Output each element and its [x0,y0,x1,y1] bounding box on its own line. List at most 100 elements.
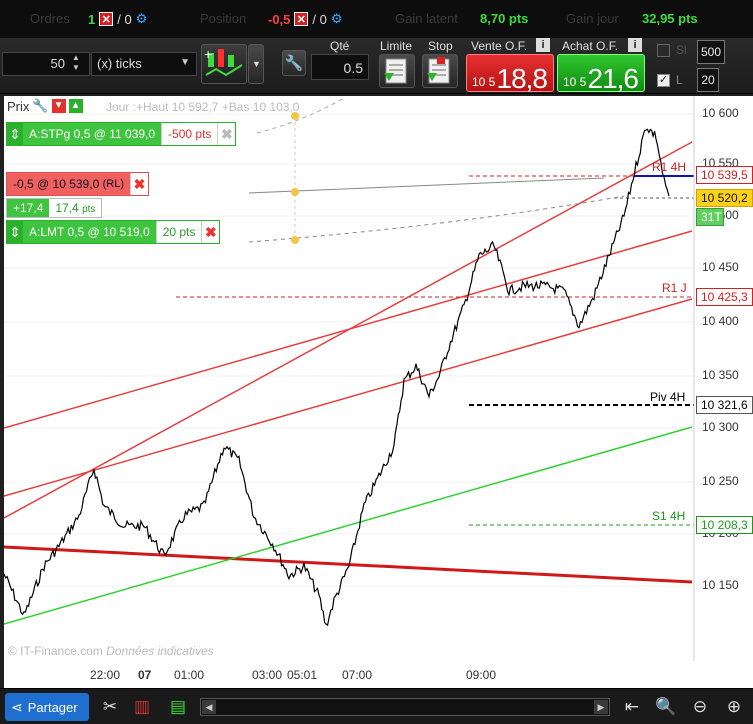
ticks-select[interactable]: (x) ticks ▼ [91,52,197,76]
gain-latent-label: Gain latent [395,11,458,26]
position-gain-points: 17,4 [55,201,79,215]
position-settings-icon[interactable]: ⚙ [331,11,343,27]
orders-summary: Ordres [30,11,70,26]
tag-r1-4h: 10 539,5 [696,166,753,184]
tag-s1-4h: 10 208,3 [696,516,753,534]
vente-label: Vente O.F. [471,39,528,53]
price-chart[interactable]: Prix 🔧 ▼ ▲ Jour :+Haut 10 592,7 +Bas 10 … [4,96,753,688]
position-gain-pts: 17,4 pts [49,199,101,217]
limit-points-value: 20 [701,73,715,87]
lmt-handle-dot[interactable] [291,236,299,244]
y-tick-label: 10 300 [702,420,739,434]
level-r1-4h-label: R1 4H [652,160,687,174]
trendline-resistance [4,545,693,584]
stop-order-button[interactable] [422,54,458,88]
sell-arrow-icon[interactable]: ▼ [51,99,66,113]
sl-checkbox[interactable] [657,44,670,57]
gain-jour-label: Gain jour [566,11,619,26]
position-value: -0,5 [268,11,291,27]
drag-handle-icon[interactable]: ⇕ [7,123,23,145]
gain-jour-wrap: 32,95 pts [642,11,698,26]
drag-handle-icon[interactable]: ⇕ [7,221,23,243]
trendline-lower [4,298,693,497]
share-label: Partager [27,699,78,715]
cancel-orders-icon[interactable]: ✕ [99,12,114,26]
x-tick-label: 03:00 [252,668,283,682]
stop-order-pill[interactable]: ⇕ A:STPg 0,5 @ 11 039,0 -500 pts ✖ [6,122,237,146]
limit-order-pill[interactable]: ⇕ A:LMT 0,5 @ 10 519,0 20 pts ✖ [6,220,221,244]
order-toolbar: 50 ▲▼ (x) ticks ▼ + ▼ 🔧 Qté 0.5 Limite [0,38,753,94]
zoom-in-icon[interactable]: ⊕ [722,695,746,719]
sl-points-input[interactable]: 500 [697,40,725,64]
buy-price-prefix: 10 5 [563,75,587,89]
position-label: Position [200,11,247,26]
achat-info-icon[interactable]: i [628,38,642,52]
quantity-input[interactable]: 0.5 [311,54,369,80]
zoom-out-icon[interactable]: ⊖ [688,695,712,719]
x-tick-label: 07:00 [342,668,373,682]
gain-latent-wrap: 8,70 pts [480,11,528,26]
zoom-auto-icon[interactable]: 🔍 [654,695,678,719]
watermark: © IT-Finance.com Données indicatives [8,644,214,658]
position-gain-value: +17,4 [7,199,50,217]
buy-price: 21,6 [587,63,639,94]
wrench-icon[interactable]: 🔧 [32,98,48,114]
strategy-icon: + [204,46,243,77]
limit-points-input[interactable]: 20 [697,68,719,92]
status-bar: Ordres 1 ✕ / 0 ⚙ Position -0,5 ✕ / 0 ⚙ G… [0,0,753,38]
bar-chart-icon[interactable]: ▥ [130,695,154,719]
stop-order-pts: -500 pts [161,123,217,145]
y-tick-label: 10 350 [702,368,739,382]
strategy-dropdown[interactable]: ▼ [248,44,264,84]
position-pill[interactable]: -0,5 @ 10 539,0 (RL) ✖ [6,172,149,196]
chevron-down-icon: ▼ [180,57,190,68]
scroll-right-icon[interactable]: ▶ [594,700,608,714]
close-icon[interactable]: ✖ [201,221,219,243]
gain-latent-label-wrap: Gain latent [395,11,458,26]
sl-label: Sl [676,43,687,57]
pos-handle-dot[interactable] [291,188,299,196]
tick-step-stepper[interactable]: ▲ ▼ [68,53,84,75]
orders-settings-icon[interactable]: ⚙ [136,11,148,27]
quantity-value: 0.5 [343,60,363,76]
limit-order-button[interactable] [379,54,415,88]
limit-order-icon [384,58,407,84]
x-tick-label: 01:00 [174,668,205,682]
scissors-icon[interactable]: ✂ [98,695,122,719]
vente-info-icon[interactable]: i [536,38,550,52]
position-label-wrap: Position [200,11,246,26]
close-icon[interactable]: ✖ [217,123,235,145]
orders-values: 1 ✕ / 0 ⚙ [88,11,147,27]
tag-current-price: 10 520,2 [696,189,753,207]
candles-icon[interactable]: ▤ [166,695,190,719]
buy-arrow-icon[interactable]: ▲ [68,99,83,113]
pos-order-link [248,177,605,194]
buy-button[interactable]: 10 5 21,6 [557,54,645,94]
limit-order-pts: 20 pts [155,221,202,243]
sell-button[interactable]: 10 5 18,8 [466,54,554,94]
position-text: -0,5 @ 10 539,0 (RL) [7,173,130,195]
limit-order-text: A:LMT 0,5 @ 10 519,0 [23,221,156,243]
share-button[interactable]: ⋖ Partager [5,693,89,721]
strategy-button[interactable]: + [201,44,247,84]
level-piv-4h-label: Piv 4H [650,390,686,404]
level-r1-j-label: R1 J [662,281,687,295]
x-tick-label: 05:01 [287,668,318,682]
position-order-text: -0,5 @ 10 539,0 [13,177,100,191]
position-rl-label: (RL) [102,178,124,190]
settings-wrench-button[interactable]: 🔧 [282,50,306,76]
l-label: L [676,73,683,87]
gain-latent-value: 8,70 pts [480,11,529,26]
wrench-icon: 🔧 [284,55,304,72]
y-tick-label: 10 600 [702,106,739,120]
scroll-left-icon[interactable]: ◀ [202,700,216,714]
position-values: -0,5 ✕ / 0 ⚙ [268,11,343,27]
l-checkbox[interactable]: ✓ [657,74,670,87]
horizontal-scrollbar[interactable]: ◀ ▶ [200,698,610,716]
gain-jour-label-wrap: Gain jour [566,11,619,26]
fit-icon[interactable]: ⇤ [620,695,644,719]
y-tick-label: 10 250 [702,474,739,488]
close-icon[interactable]: ✖ [129,173,148,195]
orders-label: Ordres [30,11,70,26]
close-position-icon[interactable]: ✕ [294,12,309,26]
